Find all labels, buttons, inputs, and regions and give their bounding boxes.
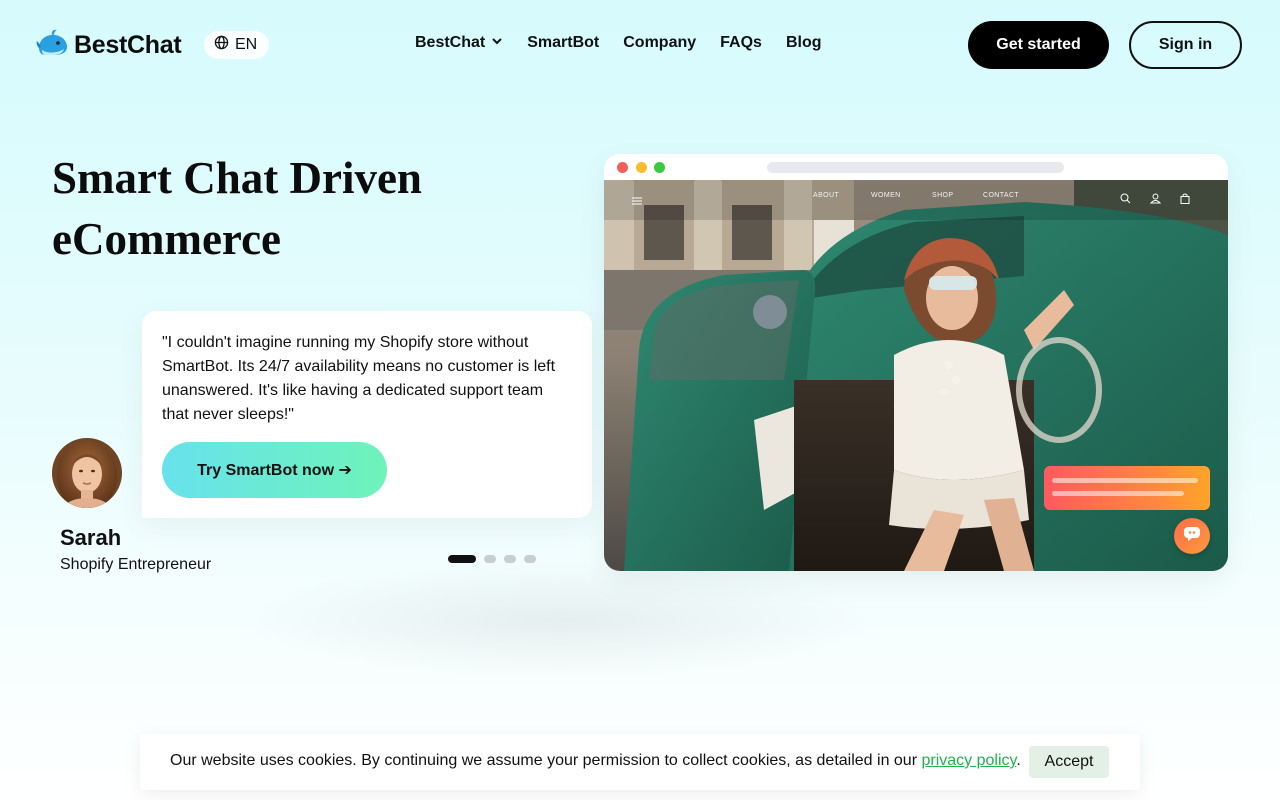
logo-text: BestChat [74,31,182,59]
avatar [52,438,122,508]
testimonial-author-role: Shopify Entrepreneur [60,556,212,573]
site-nav-about: ABOUT [813,192,840,199]
chat-text-placeholder [1052,478,1198,483]
search-icon [1120,191,1131,209]
whale-icon [36,28,70,63]
testimonial-card: "I couldn't imagine running my Shopify s… [142,311,592,518]
bag-icon [1180,191,1190,209]
logo[interactable]: BestChat [36,28,182,63]
main-nav: BestChat SmartBot Company FAQs Blog [415,34,822,52]
window-close-dot [617,162,628,173]
nav-item-bestchat[interactable]: BestChat [415,34,503,52]
site-nav-women: WOMEN [871,192,901,199]
nav-item-company[interactable]: Company [623,34,696,52]
chevron-down-icon [491,34,503,52]
carousel-dots [448,555,536,563]
try-smartbot-button[interactable]: Try SmartBot now ➔ [162,442,387,498]
decorative-shadow [240,560,880,680]
cookie-text: Our website uses cookies. By continuing … [170,752,1021,770]
site-nav-shop: SHOP [932,192,954,199]
hero-title-line2: eCommerce [52,214,282,264]
hero-title: Smart Chat Driven eCommerce [52,148,532,270]
nav-label: BestChat [415,34,486,51]
site-header: BestChat EN BestChat SmartBot Company FA… [0,0,1280,90]
cookie-message: Our website uses cookies. By continuing … [170,752,922,769]
site-nav-contact: CONTACT [983,192,1020,199]
browser-mockup: ABOUT WOMEN SHOP CONTACT [604,154,1228,571]
carousel-dot[interactable] [504,555,516,563]
chat-message-bubble [1044,466,1210,510]
browser-toolbar [604,154,1228,180]
get-started-button[interactable]: Get started [968,21,1109,69]
chat-icon [1183,526,1201,547]
globe-icon [214,35,229,55]
hero-title-line1: Smart Chat Driven [52,153,422,203]
testimonial-author-name: Sarah [60,525,122,550]
language-selector[interactable]: EN [204,31,270,59]
hero-photo-woman-in-car [604,180,1228,571]
chat-text-placeholder [1052,491,1184,496]
window-minimize-dot [636,162,647,173]
cookie-message-end: . [1016,752,1021,769]
nav-item-smartbot[interactable]: SmartBot [527,34,599,52]
nav-item-blog[interactable]: Blog [786,34,822,52]
sign-in-button[interactable]: Sign in [1129,21,1242,69]
menu-icon [632,192,642,210]
cookie-banner: Our website uses cookies. By continuing … [140,734,1140,790]
accept-cookies-button[interactable]: Accept [1029,746,1109,778]
chat-launcher-button[interactable] [1174,518,1210,554]
user-icon [1149,191,1162,209]
carousel-dot[interactable] [448,555,476,563]
testimonial-quote: "I couldn't imagine running my Shopify s… [162,334,556,423]
nav-item-faqs[interactable]: FAQs [720,34,762,52]
address-bar [767,162,1064,173]
window-maximize-dot [654,162,665,173]
carousel-dot[interactable] [524,555,536,563]
carousel-dot[interactable] [484,555,496,563]
privacy-policy-link[interactable]: privacy policy [921,752,1016,769]
language-label: EN [235,36,258,53]
